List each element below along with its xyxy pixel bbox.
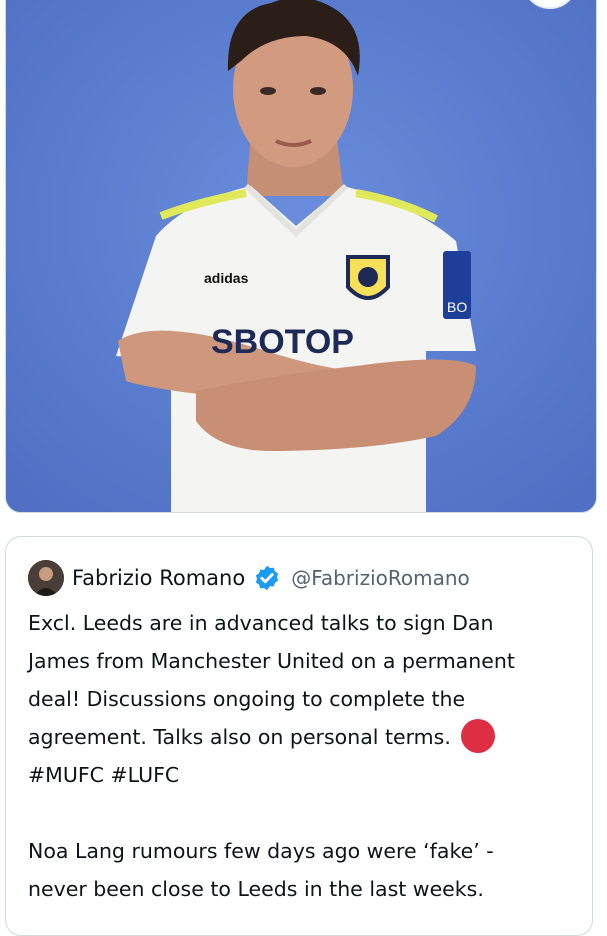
tweet-line: James from Manchester United on a perman…: [28, 649, 515, 673]
tweet-text: Excl. Leeds are in advanced talks to sig…: [28, 604, 568, 908]
tweet-header: Fabrizio Romano @FabrizioRomano: [28, 559, 470, 597]
hashtags[interactable]: #MUFC #LUFC: [28, 756, 568, 794]
tweet-line-with-emoji: agreement. Talks also on personal terms.: [28, 718, 568, 756]
quoted-tweet-card[interactable]: Fabrizio Romano @FabrizioRomano Excl. Le…: [5, 536, 593, 936]
tweet-line: deal! Discussions ongoing to complete th…: [28, 687, 466, 711]
media-photo[interactable]: BO adidas SBOTOP: [5, 0, 597, 513]
tweet-line: agreement. Talks also on personal terms.: [28, 725, 451, 749]
player-photo: BO adidas SBOTOP: [6, 0, 596, 512]
tweet-line: Noa Lang rumours few days ago were ‘fake…: [28, 839, 494, 863]
author-avatar[interactable]: [28, 560, 64, 596]
verified-badge-icon: [256, 565, 279, 591]
brand-text: adidas: [204, 270, 249, 286]
tweet-line: never been close to Leeds in the last we…: [28, 877, 484, 901]
sleeve-text: BO: [447, 299, 467, 315]
sponsor-text: SBOTOP: [211, 323, 354, 361]
author-handle[interactable]: @FabrizioRomano: [291, 566, 470, 590]
red-circle-icon: [460, 719, 495, 753]
author-display-name[interactable]: Fabrizio Romano: [72, 566, 245, 590]
tweet-line: Excl. Leeds are in advanced talks to sig…: [28, 611, 494, 635]
